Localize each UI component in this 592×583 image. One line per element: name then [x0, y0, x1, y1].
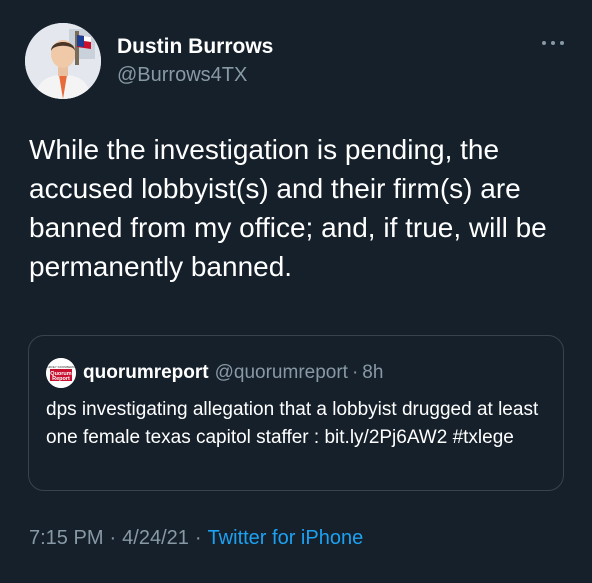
meta-separator: ·: [194, 527, 202, 549]
tweet-time[interactable]: 7:15 PM: [29, 527, 103, 549]
quoted-avatar-word-2: Report: [52, 376, 70, 382]
quoted-avatar[interactable]: HARVEY KRONBERG'S Quorum Report: [46, 358, 76, 388]
tweet-meta: 7:15 PM · 4/24/21 · Twitter for iPhone: [29, 527, 363, 550]
tweet-source-link[interactable]: Twitter for iPhone: [208, 527, 364, 549]
tweet-text: While the investigation is pending, the …: [29, 134, 547, 282]
quoted-tweet-header: HARVEY KRONBERG'S Quorum Report quorumre…: [46, 358, 383, 388]
author-avatar[interactable]: [25, 23, 101, 99]
author-handle[interactable]: @Burrows4TX: [117, 62, 273, 88]
tweet-date[interactable]: 4/24/21: [122, 527, 189, 549]
quoted-tweet[interactable]: HARVEY KRONBERG'S Quorum Report quorumre…: [28, 335, 564, 491]
author-block: Dustin Burrows @Burrows4TX: [117, 34, 273, 88]
quoted-avatar-caption: HARVEY KRONBERG'S: [46, 365, 76, 369]
meta-separator: ·: [109, 527, 117, 549]
author-name[interactable]: Dustin Burrows: [117, 34, 273, 60]
quoted-timestamp[interactable]: 8h: [362, 362, 383, 384]
quoted-tweet-text: dps investigating allegation that a lobb…: [46, 399, 539, 448]
quoted-author-handle[interactable]: @quorumreport: [215, 362, 348, 384]
more-horizontal-icon[interactable]: [540, 36, 566, 50]
tweet-card: Dustin Burrows @Burrows4TX While the inv…: [0, 0, 592, 583]
quoted-separator: ·: [351, 362, 359, 383]
quoted-author-name[interactable]: quorumreport: [83, 362, 209, 384]
